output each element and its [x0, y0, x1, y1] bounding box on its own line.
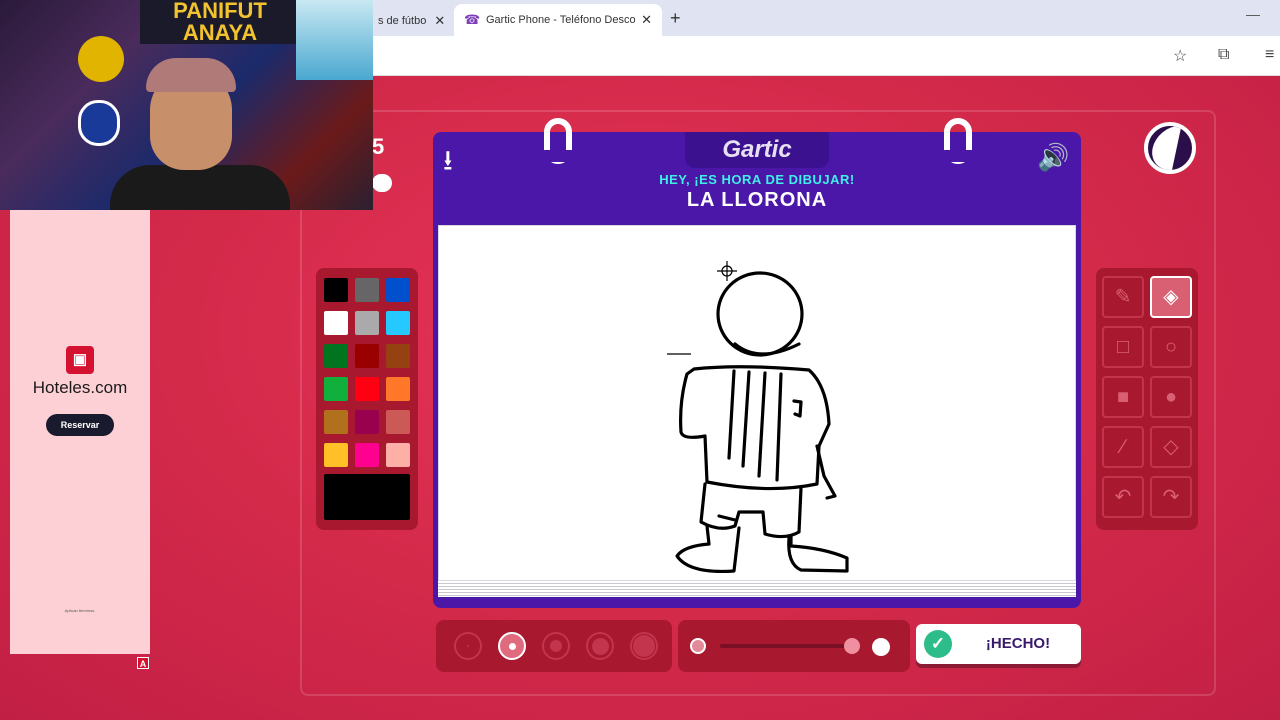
done-label: ¡HECHO! [985, 635, 1051, 652]
ad-brand: Hoteles.com [32, 378, 128, 397]
opacity-low-icon [690, 638, 706, 654]
brush-size-dot [633, 635, 655, 657]
color-swatch[interactable] [386, 410, 410, 434]
brush-size-dot [508, 642, 516, 650]
tab-close-icon[interactable]: ✕ [641, 12, 652, 28]
star-icon[interactable]: ☆ [1173, 46, 1187, 66]
drawing-badge [792, 399, 803, 418]
opacity-handle[interactable] [844, 638, 860, 654]
webcam-cap [146, 58, 236, 92]
drawing-head [716, 271, 804, 357]
new-tab-button[interactable]: + [670, 8, 681, 29]
ellipse-outline-tool-icon[interactable]: ○ [1150, 326, 1192, 368]
color-swatch[interactable] [386, 311, 410, 335]
rectangle-outline-tool-icon[interactable]: □ [1102, 326, 1144, 368]
brush-size-panel [436, 620, 672, 672]
brush-size-dot [591, 637, 609, 655]
pencil-tool-icon[interactable]: ✎ [1102, 276, 1144, 318]
ad-reserve-button[interactable]: Reservar [46, 414, 114, 436]
color-swatch[interactable] [386, 377, 410, 401]
color-swatch[interactable] [324, 377, 348, 401]
ad-marker[interactable]: A [137, 657, 149, 669]
tool-panel: ✎ ◈ □ ○ ■ ● ∕ ◇ ↶ ↷ [1096, 268, 1198, 530]
brush-size-button[interactable] [630, 632, 658, 660]
drawing-stripes [727, 369, 783, 482]
webcam-shirt [110, 165, 290, 210]
tab-active-title: Gartic Phone - Teléfono Descon [486, 14, 636, 26]
color-swatch[interactable] [355, 377, 379, 401]
color-swatch[interactable] [386, 443, 410, 467]
webcam-overlay: PANIFUT ANAYA [0, 0, 373, 210]
tab-inactive-title: s de fútbo [378, 15, 427, 27]
tab-inactive[interactable]: s de fútbo ✕ [372, 6, 452, 36]
hoteles-logo-icon: ▣ [66, 346, 94, 374]
webcam-badge-america [78, 36, 124, 82]
line-tool-icon[interactable]: ∕ [1102, 426, 1144, 468]
check-icon: ✓ [924, 630, 952, 658]
sound-icon[interactable]: 🔊 [1037, 142, 1069, 173]
webcam-badge-cruz-azul [78, 100, 120, 146]
binder-ring-left [542, 118, 574, 164]
color-swatch[interactable] [324, 344, 348, 368]
partial-text: 5 [372, 134, 385, 159]
ad-panel[interactable]: ▣ Hoteles.com Reservar Aplican términos. [10, 210, 150, 654]
tab-active[interactable]: ☎ Gartic Phone - Teléfono Descon ✕ [454, 4, 662, 36]
undo-icon[interactable]: ↶ [1102, 476, 1144, 518]
eraser-tool-icon[interactable]: ◈ [1150, 276, 1192, 318]
binder-ring-right [942, 118, 974, 164]
drawing [667, 261, 849, 574]
draw-prompt-subtitle: HEY, ¡ES HORA DE DIBUJAR! [659, 172, 855, 187]
game-header: ⭳ Gartic HEY, ¡ES HORA DE DIBUJAR! LA LL… [433, 132, 1081, 220]
cursor-crosshair-lines [717, 261, 737, 281]
rectangle-filled-tool-icon[interactable]: ■ [1102, 376, 1144, 418]
drawing-shorts [699, 482, 803, 539]
brush-size-dot [467, 645, 469, 647]
done-button[interactable]: ✓ ¡HECHO! [916, 624, 1081, 664]
opacity-slider[interactable] [678, 620, 910, 672]
brush-size-button[interactable] [542, 632, 570, 660]
ellipse-filled-tool-icon[interactable]: ● [1150, 376, 1192, 418]
minimize-button[interactable]: — [1246, 6, 1260, 22]
fill-tool-icon[interactable]: ◇ [1150, 426, 1192, 468]
webcam-window [296, 0, 373, 80]
color-swatch[interactable] [324, 311, 348, 335]
color-swatch[interactable] [355, 278, 379, 302]
opacity-track[interactable] [720, 644, 852, 648]
brush-size-button[interactable] [454, 632, 482, 660]
color-palette [316, 268, 418, 530]
color-swatch[interactable] [324, 278, 348, 302]
brush-size-button[interactable] [586, 632, 614, 660]
canvas-page-edges [438, 581, 1076, 597]
ad-fine-print: Aplican términos. [64, 608, 96, 613]
current-color [324, 474, 410, 520]
color-swatch[interactable] [324, 410, 348, 434]
draw-word: LA LLORONA [686, 189, 828, 211]
brush-size-button[interactable] [498, 632, 526, 660]
drawing-right-leg [787, 534, 849, 573]
brush-size-dot [550, 640, 562, 652]
redo-icon[interactable]: ↷ [1150, 476, 1192, 518]
color-swatch[interactable] [386, 344, 410, 368]
gartic-logo: Gartic [685, 132, 829, 168]
color-swatch[interactable] [386, 278, 410, 302]
color-swatch[interactable] [355, 443, 379, 467]
media-icon[interactable]: ≡ [1265, 46, 1274, 64]
drawing-hand [815, 444, 837, 500]
webcam-banner: PANIFUT ANAYA [140, 0, 300, 44]
color-swatch[interactable] [355, 344, 379, 368]
timer-icon [1144, 122, 1196, 174]
extensions-icon[interactable]: ⧉ [1218, 46, 1229, 64]
color-swatch[interactable] [355, 311, 379, 335]
partial-dot [372, 174, 392, 192]
color-swatch[interactable] [355, 410, 379, 434]
drawing-canvas[interactable] [438, 225, 1076, 581]
drawing-left-leg [675, 524, 741, 574]
gartic-favicon-icon: ☎ [464, 12, 481, 27]
tab-close-icon[interactable]: ✕ [434, 13, 445, 29]
opacity-high-icon [872, 638, 890, 656]
drawing-shorts-line [717, 514, 737, 522]
drawing-torso [679, 365, 831, 491]
color-swatch[interactable] [324, 443, 348, 467]
